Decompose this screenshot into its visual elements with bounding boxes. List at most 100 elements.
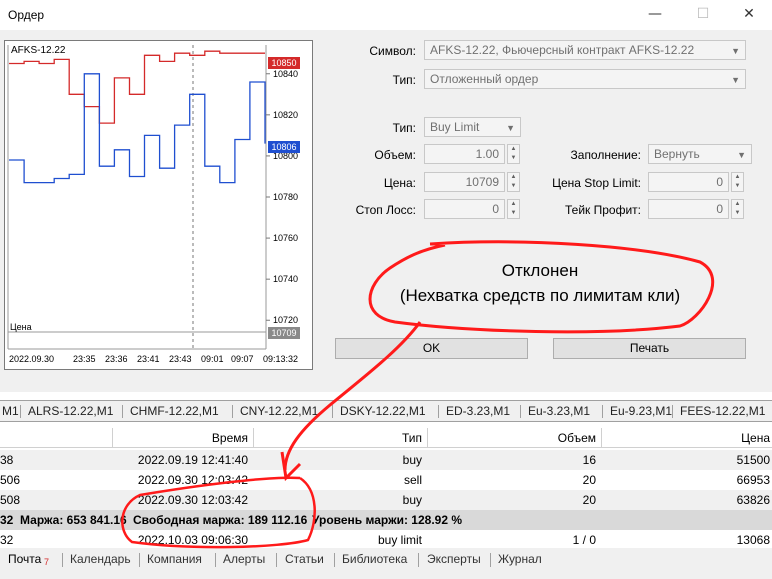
tab-library[interactable]: Библиотека xyxy=(342,552,407,566)
up-arrow-icon[interactable]: ▲ xyxy=(732,173,743,182)
tab-separator xyxy=(520,405,521,418)
subtype-select-value: Buy Limit xyxy=(430,120,480,134)
summary-id: 32 xyxy=(0,513,14,527)
tab-journal[interactable]: Журнал xyxy=(498,552,542,566)
row-volume: 1 / 0 xyxy=(572,533,596,547)
row-time: 2022.09.30 12:03:42 xyxy=(137,493,248,507)
row-type: buy limit xyxy=(377,533,422,547)
chart-badge-price: 10709 xyxy=(268,327,300,339)
chart-badge-bid: 10806 xyxy=(268,141,300,153)
up-arrow-icon[interactable]: ▲ xyxy=(508,200,519,209)
symbol-tab[interactable]: CNY-12.22,M1 xyxy=(240,404,318,418)
summary-margin-level: Уровень маржи: 128.92 % xyxy=(312,513,463,527)
subtype-label: Тип: xyxy=(392,121,416,135)
stoploss-label: Стоп Лосс: xyxy=(355,203,416,217)
tab-calendar[interactable]: Календарь xyxy=(70,552,131,566)
chevron-down-icon: ▼ xyxy=(731,46,740,56)
print-button[interactable]: Печать xyxy=(553,338,746,359)
symbol-label: Символ: xyxy=(369,44,416,58)
up-arrow-icon[interactable]: ▲ xyxy=(508,145,519,154)
order-row[interactable]: 32 2022.10.03 09:06:30 buy limit 1 / 0 1… xyxy=(0,530,772,550)
symbol-tab[interactable]: M1 xyxy=(2,404,19,418)
tab-mail[interactable]: Почта xyxy=(8,552,41,566)
symbol-tab[interactable]: ALRS-12.22,M1 xyxy=(28,404,113,418)
subtype-select[interactable]: Buy Limit ▼ xyxy=(424,117,521,137)
close-icon[interactable]: ✕ xyxy=(726,0,772,30)
stoploss-stepper[interactable]: ▲ ▼ xyxy=(507,199,520,219)
col-volume[interactable]: Объем xyxy=(428,428,596,448)
fill-select-value: Вернуть xyxy=(654,147,700,161)
tab-separator xyxy=(334,553,335,567)
stoplimit-stepper[interactable]: ▲ ▼ xyxy=(731,172,744,192)
maximize-icon[interactable]: ☐ xyxy=(680,0,726,30)
price-input[interactable]: 10709 xyxy=(424,172,505,192)
tab-separator xyxy=(672,405,673,418)
symbol-tab[interactable]: CHMF-12.22,M1 xyxy=(130,404,219,418)
x-tick-label: 23:35 xyxy=(73,354,96,364)
row-volume: 20 xyxy=(582,493,596,507)
y-tick-label: 10840 xyxy=(273,69,298,79)
y-tick-label: 10820 xyxy=(273,110,298,120)
symbol-tab[interactable]: DSKY-12.22,M1 xyxy=(340,404,426,418)
chevron-down-icon: ▼ xyxy=(506,123,515,133)
row-price: 63826 xyxy=(736,493,770,507)
tab-articles[interactable]: Статьи xyxy=(285,552,324,566)
down-arrow-icon[interactable]: ▼ xyxy=(508,182,519,191)
minimize-icon[interactable]: — xyxy=(632,0,678,30)
volume-input[interactable]: 1.00 xyxy=(424,144,505,164)
series-line-ask xyxy=(9,50,265,124)
volume-label: Объем: xyxy=(374,148,416,162)
table-row[interactable]: 508 2022.09.30 12:03:42 buy 20 63826 xyxy=(0,490,772,510)
up-arrow-icon[interactable]: ▲ xyxy=(732,200,743,209)
tab-separator xyxy=(122,405,123,418)
down-arrow-icon[interactable]: ▼ xyxy=(508,154,519,163)
row-time: 2022.09.30 12:03:42 xyxy=(137,473,248,487)
summary-free-margin: Свободная маржа: 189 112.16 xyxy=(133,513,308,527)
y-tick-label: 10760 xyxy=(273,233,298,243)
symbol-tab[interactable]: Eu-9.23,M1 xyxy=(610,404,672,418)
volume-stepper[interactable]: ▲ ▼ xyxy=(507,144,520,164)
col-divider xyxy=(601,428,602,448)
tab-separator xyxy=(418,553,419,567)
down-arrow-icon[interactable]: ▼ xyxy=(732,182,743,191)
mail-badge: 7 xyxy=(44,557,50,567)
y-tick-label: 10780 xyxy=(273,192,298,202)
row-price: 66953 xyxy=(736,473,770,487)
table-row[interactable]: 38 2022.09.19 12:41:40 buy 16 51500 xyxy=(0,450,772,470)
tab-experts[interactable]: Эксперты xyxy=(427,552,481,566)
takeprofit-label: Тейк Профит: xyxy=(565,203,641,217)
takeprofit-stepper[interactable]: ▲ ▼ xyxy=(731,199,744,219)
symbol-select[interactable]: AFKS-12.22, Фьючерсный контракт AFKS-12.… xyxy=(424,40,746,60)
up-arrow-icon[interactable]: ▲ xyxy=(508,173,519,182)
chart-price-label: Цена xyxy=(10,322,32,332)
price-chart: 10840 10820 10800 10780 10760 10740 10720 AFKS… xyxy=(4,40,313,370)
col-type[interactable]: Тип xyxy=(254,428,422,448)
down-arrow-icon[interactable]: ▼ xyxy=(732,209,743,218)
down-arrow-icon[interactable]: ▼ xyxy=(508,209,519,218)
price-stepper[interactable]: ▲ ▼ xyxy=(507,172,520,192)
stoploss-input[interactable]: 0 xyxy=(424,199,505,219)
tab-separator xyxy=(490,553,491,567)
takeprofit-input[interactable]: 0 xyxy=(648,199,729,219)
row-id: 508 xyxy=(0,493,21,507)
symbol-tab[interactable]: ED-3.23,M1 xyxy=(446,404,510,418)
tab-company[interactable]: Компания xyxy=(147,552,202,566)
ok-button[interactable]: OK xyxy=(335,338,528,359)
symbol-tab[interactable]: Eu-3.23,M1 xyxy=(528,404,590,418)
table-row[interactable]: 506 2022.09.30 12:03:42 sell 20 66953 xyxy=(0,470,772,490)
fill-select[interactable]: Вернуть ▼ xyxy=(648,144,752,164)
col-price[interactable]: Цена xyxy=(602,428,770,448)
summary-row: 32 Маржа: 653 841.16 Свободная маржа: 18… xyxy=(0,510,772,530)
row-type: buy xyxy=(402,453,422,467)
rejection-annotation: Отклонен (Нехватка средств по лимитам кл… xyxy=(360,258,720,308)
type-select[interactable]: Отложенный ордер ▼ xyxy=(424,69,746,89)
stoplimit-input[interactable]: 0 xyxy=(648,172,729,192)
symbol-tab[interactable]: FEES-12.22,M1 xyxy=(680,404,765,418)
x-tick-label: 2022.09.30 xyxy=(9,354,55,364)
col-divider xyxy=(427,428,428,448)
tab-alerts[interactable]: Алерты xyxy=(223,552,265,566)
tab-separator xyxy=(232,405,233,418)
row-price: 13068 xyxy=(736,533,770,547)
col-time[interactable]: Время xyxy=(112,428,248,448)
row-id: 32 xyxy=(0,533,14,547)
